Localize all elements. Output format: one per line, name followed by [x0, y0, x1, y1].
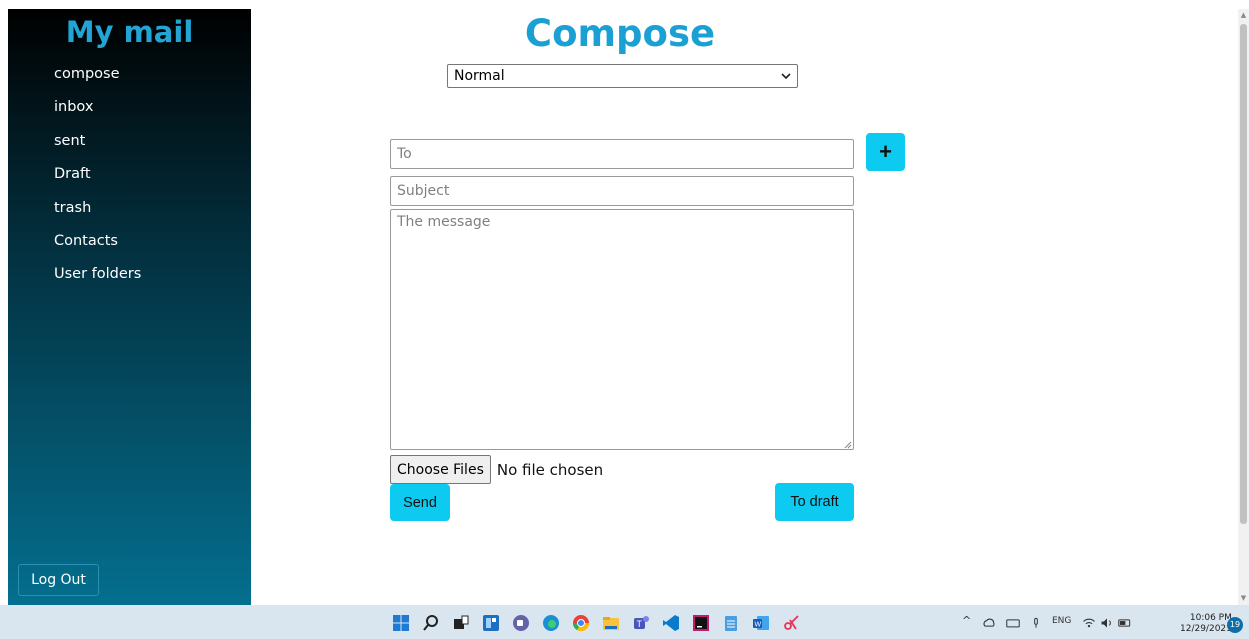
- language-indicator[interactable]: ENG: [1052, 616, 1071, 626]
- sidebar-item-draft[interactable]: Draft: [54, 165, 141, 198]
- search-icon[interactable]: [422, 614, 440, 632]
- svg-text:W: W: [755, 622, 762, 629]
- scroll-down-icon[interactable]: ▼: [1239, 594, 1248, 602]
- send-button[interactable]: Send: [390, 484, 450, 521]
- task-view-icon[interactable]: [452, 614, 470, 632]
- scroll-thumb[interactable]: [1240, 24, 1247, 524]
- sidebar-item-trash[interactable]: trash: [54, 199, 141, 232]
- sidebar: My mail compose inbox sent Draft trash C…: [8, 9, 251, 605]
- sidebar-item-contacts[interactable]: Contacts: [54, 232, 141, 265]
- sidebar-item-sent[interactable]: sent: [54, 132, 141, 165]
- chrome-icon[interactable]: [572, 614, 590, 632]
- priority-selected-value: Normal: [454, 68, 505, 84]
- sidebar-item-inbox[interactable]: inbox: [54, 98, 141, 131]
- taskbar: T W ^ ENG 10:06 PM 12/29/2021 19: [0, 605, 1249, 639]
- microphone-icon[interactable]: [1030, 614, 1042, 632]
- chevron-up-icon[interactable]: ^: [962, 614, 971, 627]
- chevron-down-icon: [781, 72, 791, 79]
- choose-files-button[interactable]: Choose Files: [390, 455, 491, 484]
- file-picker: Choose Files No file chosen: [390, 455, 603, 484]
- keyboard-icon[interactable]: [1006, 614, 1020, 632]
- add-recipient-button[interactable]: +: [866, 133, 905, 171]
- notification-badge[interactable]: 19: [1227, 617, 1243, 633]
- sidebar-item-user-folders[interactable]: User folders: [54, 265, 141, 298]
- svg-text:T: T: [637, 619, 643, 629]
- edge-icon[interactable]: [542, 614, 560, 632]
- notepad-icon[interactable]: [722, 614, 740, 632]
- word-icon[interactable]: W: [752, 614, 770, 632]
- clock-date: 12/29/2021: [1180, 624, 1232, 634]
- intellij-icon[interactable]: [692, 614, 710, 632]
- to-draft-button[interactable]: To draft: [775, 483, 854, 521]
- sidebar-item-compose[interactable]: compose: [54, 65, 141, 98]
- widgets-icon[interactable]: [482, 614, 500, 632]
- teams-icon[interactable]: T: [632, 614, 650, 632]
- wifi-icon[interactable]: [1082, 614, 1096, 632]
- scroll-up-icon[interactable]: ▲: [1239, 11, 1248, 19]
- page-title: Compose: [524, 12, 716, 55]
- subject-field[interactable]: [390, 176, 854, 206]
- to-field[interactable]: [390, 139, 854, 169]
- message-field[interactable]: [390, 209, 854, 450]
- app-title: My mail: [65, 15, 194, 49]
- sidebar-nav: compose inbox sent Draft trash Contacts …: [54, 65, 141, 299]
- vscode-icon[interactable]: [662, 614, 680, 632]
- clock-time: 10:06 PM: [1189, 613, 1232, 623]
- scrollbar[interactable]: ▲ ▼: [1238, 9, 1249, 605]
- cloud-icon[interactable]: [982, 614, 996, 632]
- volume-icon[interactable]: [1100, 614, 1114, 632]
- logout-button[interactable]: Log Out: [18, 564, 99, 596]
- priority-select[interactable]: Normal: [447, 64, 798, 88]
- windows-start-icon[interactable]: [392, 614, 410, 632]
- battery-icon[interactable]: [1118, 614, 1132, 632]
- chat-icon[interactable]: [512, 614, 530, 632]
- file-status: No file chosen: [496, 460, 604, 479]
- file-explorer-icon[interactable]: [602, 614, 620, 632]
- resize-grip-icon[interactable]: [842, 439, 852, 449]
- snipping-tool-icon[interactable]: [782, 614, 800, 632]
- system-clock[interactable]: 10:06 PM 12/29/2021: [1180, 613, 1232, 635]
